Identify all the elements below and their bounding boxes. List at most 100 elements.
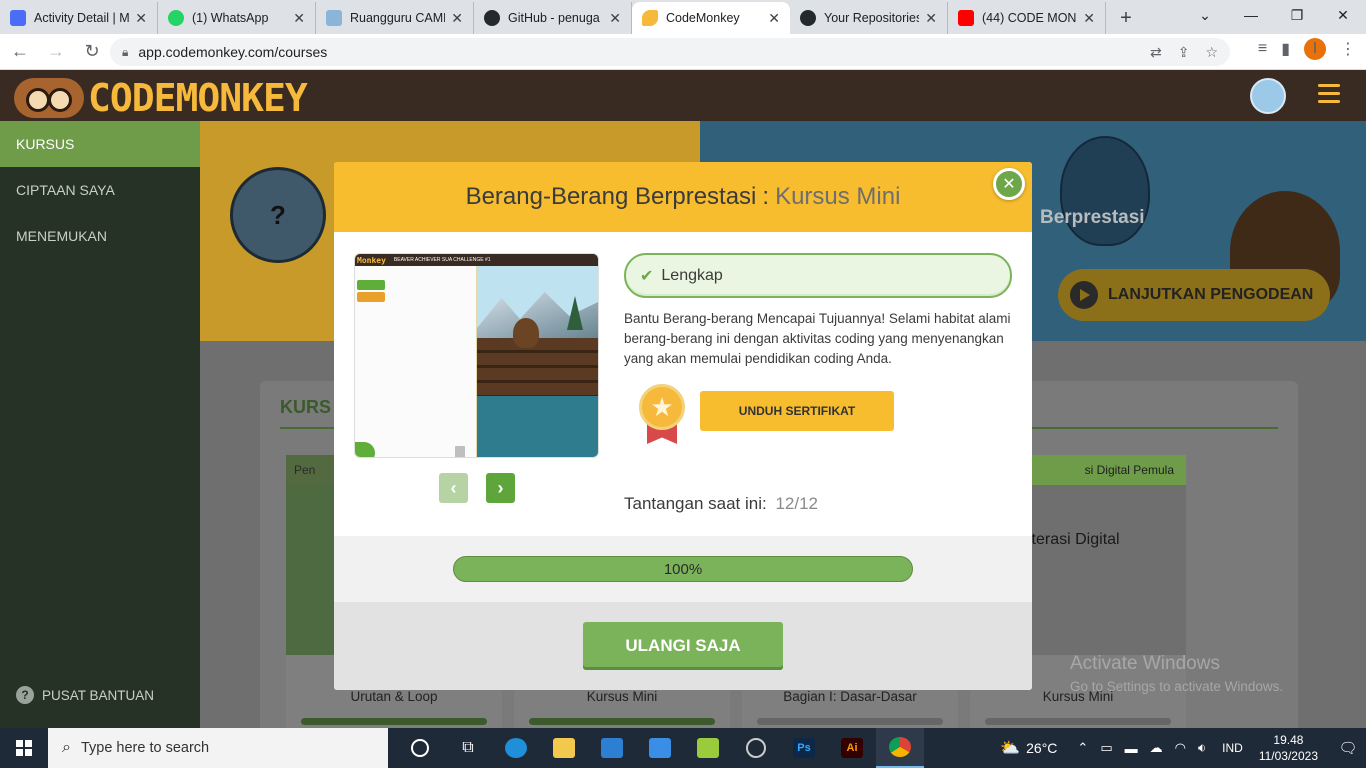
tab-close-icon[interactable]: ✕ bbox=[768, 10, 780, 27]
side-panel-icon[interactable]: ▮ bbox=[1281, 39, 1290, 59]
address-bar[interactable]: 🔒︎ app.codemonkey.com/courses ⇄ ⇪ ☆ bbox=[110, 38, 1230, 66]
course-card-progress bbox=[757, 718, 943, 725]
volume-icon[interactable]: 🔉︎ bbox=[1198, 740, 1206, 756]
current-challenge: Tantangan saat ini: 12/12 bbox=[624, 494, 818, 514]
tab-close-icon[interactable]: ✕ bbox=[1083, 10, 1095, 27]
system-tray: ⛅ 26°C ⌃ ▭ ▬ ☁ ◠ 🔉︎ IND 19.48 11/03/2023… bbox=[1000, 728, 1366, 768]
photoshop-icon[interactable]: Ps bbox=[780, 728, 828, 768]
browser-tab[interactable]: Ruangguru CAMP ✕ bbox=[316, 2, 474, 34]
tab-search-icon[interactable]: ⌄ bbox=[1182, 0, 1228, 30]
microsoft-store-icon[interactable] bbox=[588, 728, 636, 768]
mail-icon[interactable] bbox=[636, 728, 684, 768]
windows-taskbar: ⌕ Type here to search ⧉ Ps Ai ⛅ 26°C ⌃ ▭… bbox=[0, 728, 1366, 768]
previous-arrow-button[interactable]: ‹ bbox=[439, 473, 468, 503]
user-avatar[interactable] bbox=[1250, 78, 1286, 114]
task-view-icon[interactable]: ⧉ bbox=[444, 728, 492, 768]
modal-subtitle: Kursus Mini bbox=[775, 183, 901, 210]
replay-button[interactable]: ULANGI SAJA bbox=[583, 622, 783, 670]
sidebar-item-kursus[interactable]: KURSUS bbox=[0, 121, 200, 167]
edge-icon[interactable] bbox=[492, 728, 540, 768]
share-icon[interactable]: ⇪ bbox=[1178, 44, 1190, 61]
translate-icon[interactable]: ⇄ bbox=[1150, 44, 1162, 61]
forward-icon[interactable]: → bbox=[40, 36, 72, 68]
browser-tab[interactable]: GitHub - penuga ✕ bbox=[474, 2, 632, 34]
browser-tab[interactable]: (44) CODE MON ✕ bbox=[948, 2, 1106, 34]
trash-icon bbox=[455, 446, 465, 457]
browser-tab[interactable]: Your Repositories ✕ bbox=[790, 2, 948, 34]
close-modal-icon[interactable]: ✕ bbox=[993, 168, 1025, 200]
close-window-button[interactable]: ✕ bbox=[1320, 0, 1366, 30]
cortana-icon[interactable] bbox=[396, 728, 444, 768]
challenge-label: Tantangan saat ini: bbox=[624, 494, 767, 513]
aperture-app-icon[interactable] bbox=[732, 728, 780, 768]
weather-icon[interactable]: ⛅ bbox=[1000, 738, 1020, 758]
next-arrow-button[interactable]: › bbox=[486, 473, 515, 503]
profile-avatar[interactable]: I bbox=[1304, 38, 1326, 60]
tab-favicon bbox=[326, 10, 342, 26]
water bbox=[477, 396, 598, 457]
battery-icon[interactable]: ▬ bbox=[1125, 741, 1138, 756]
progress-label: 100% bbox=[663, 560, 703, 578]
hot-air-balloon-image bbox=[1060, 136, 1150, 246]
completion-status-badge: ✔ Lengkap bbox=[624, 253, 1012, 298]
device-icon[interactable]: ▭ bbox=[1100, 740, 1112, 756]
checkmark-icon: ✔ bbox=[640, 267, 654, 285]
windows-start-button[interactable] bbox=[0, 728, 48, 768]
spreadsheet-icon[interactable] bbox=[684, 728, 732, 768]
tab-close-icon[interactable]: ✕ bbox=[925, 10, 937, 27]
youtube-icon bbox=[958, 10, 974, 26]
tab-title: (44) CODE MON bbox=[982, 11, 1077, 25]
taskbar-search-box[interactable]: ⌕ Type here to search bbox=[48, 728, 388, 768]
sidebar-item-ciptaan-saya[interactable]: CIPTAAN SAYA bbox=[0, 167, 200, 213]
preview-title: BEAVER ACHIEVER SUA CHALLENGE #1 bbox=[393, 257, 491, 263]
search-icon: ⌕ bbox=[62, 739, 71, 756]
continue-coding-button[interactable]: LANJUTKAN PENGODEAN bbox=[1058, 269, 1330, 321]
github-icon bbox=[484, 10, 500, 26]
medal-icon: ★ bbox=[639, 384, 685, 446]
new-tab-button[interactable]: + bbox=[1106, 2, 1146, 34]
tab-title: CodeMonkey bbox=[666, 11, 740, 25]
sidebar-item-menemukan[interactable]: MENEMUKAN bbox=[0, 213, 200, 259]
browser-tab-active[interactable]: CodeMonkey ✕ bbox=[632, 2, 790, 34]
tab-close-icon[interactable]: ✕ bbox=[609, 10, 621, 27]
preview-logo: Monkey bbox=[357, 255, 386, 265]
illustrator-icon[interactable]: Ai bbox=[828, 728, 876, 768]
reload-icon[interactable]: ↻ bbox=[76, 36, 108, 68]
tab-close-icon[interactable]: ✕ bbox=[451, 10, 463, 27]
browser-tab[interactable]: Activity Detail | M ✕ bbox=[0, 2, 158, 34]
course-card-name: Urutan & Loop bbox=[350, 689, 438, 704]
course-card-progress bbox=[985, 718, 1171, 725]
codemonkey-logo[interactable]: CODEMONKEY bbox=[14, 76, 308, 120]
watermark-line1: Activate Windows bbox=[1070, 653, 1220, 674]
back-icon[interactable]: ← bbox=[4, 36, 36, 68]
whatsapp-icon bbox=[168, 10, 184, 26]
help-center-link[interactable]: ? PUSAT BANTUAN bbox=[16, 686, 154, 704]
chevron-up-icon[interactable]: ⌃ bbox=[1077, 740, 1088, 756]
maximize-button[interactable]: ❐ bbox=[1274, 0, 1320, 30]
language-indicator[interactable]: IND bbox=[1222, 741, 1243, 755]
clock[interactable]: 19.48 11/03/2023 bbox=[1259, 732, 1318, 764]
sidebar-item-label: CIPTAAN SAYA bbox=[16, 182, 115, 198]
bookmark-star-icon[interactable]: ☆ bbox=[1205, 44, 1218, 61]
browser-tab[interactable]: (1) WhatsApp ✕ bbox=[158, 2, 316, 34]
tab-title: Activity Detail | M bbox=[34, 11, 130, 25]
download-certificate-button[interactable]: UNDUH SERTIFIKAT bbox=[700, 391, 894, 431]
minimize-button[interactable]: — bbox=[1228, 0, 1274, 30]
notification-icon[interactable]: 🗨︎ bbox=[1330, 739, 1366, 757]
progress-section: 100% bbox=[334, 536, 1032, 602]
tab-close-icon[interactable]: ✕ bbox=[293, 10, 305, 27]
file-explorer-icon[interactable] bbox=[540, 728, 588, 768]
chrome-icon[interactable] bbox=[876, 728, 924, 768]
tab-close-icon[interactable]: ✕ bbox=[135, 10, 147, 27]
lock-icon: 🔒︎ bbox=[122, 44, 129, 59]
cloud-icon[interactable]: ☁ bbox=[1150, 740, 1163, 756]
sidebar-item-label: MENEMUKAN bbox=[16, 228, 108, 244]
menu-dots-icon[interactable]: ⋮ bbox=[1340, 39, 1356, 59]
profile-placeholder-avatar[interactable]: ? bbox=[230, 167, 326, 263]
wifi-icon[interactable]: ◠ bbox=[1175, 740, 1186, 756]
star-icon: ★ bbox=[639, 384, 685, 430]
log-dam bbox=[477, 338, 598, 400]
media-icon[interactable]: ≡ bbox=[1258, 40, 1267, 58]
hamburger-menu-icon[interactable] bbox=[1318, 84, 1340, 106]
monkey-face-icon bbox=[14, 78, 84, 118]
